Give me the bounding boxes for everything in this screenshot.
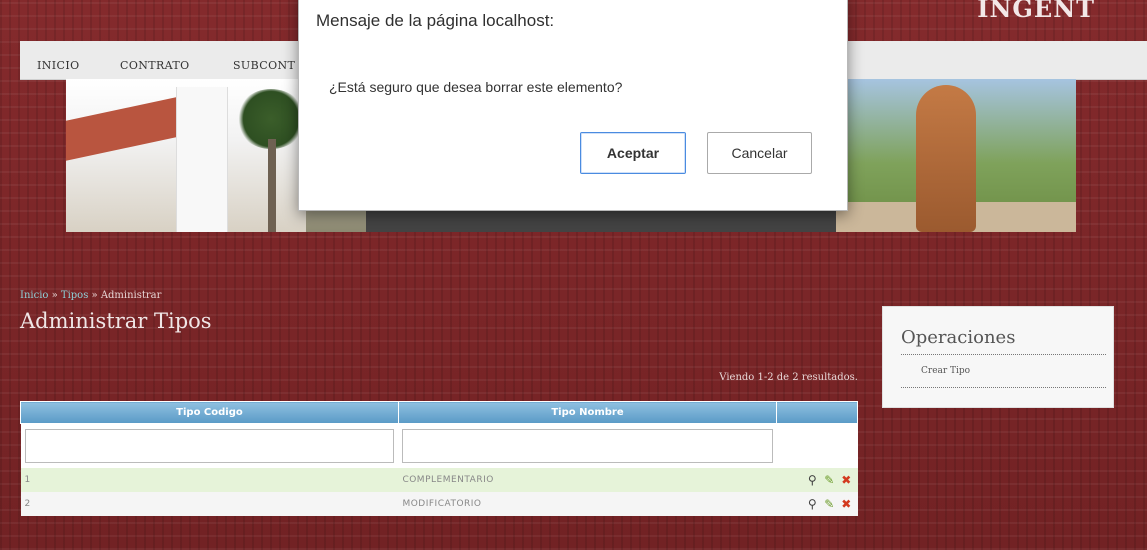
divider [901,354,1106,355]
results-summary: Viendo 1-2 de 2 resultados. [719,372,858,383]
tipos-grid: Tipo Codigo Tipo Nombre 1 COMPLEMENTARIO… [20,401,858,516]
column-header-tipo-nombre[interactable]: Tipo Nombre [397,401,778,424]
filter-row [20,423,858,468]
menu-item-inicio[interactable]: INICIO [37,59,80,72]
divider [901,387,1106,388]
close-icon[interactable]: × [824,0,835,6]
confirm-dialog: Mensaje de la página localhost: × ¿Está … [298,0,848,211]
operations-title: Operaciones [901,327,1016,348]
operations-portlet: Operaciones Crear Tipo [882,306,1114,408]
site-brand: INGENT [977,0,1095,23]
filter-tipo-nombre-input[interactable] [402,429,773,463]
crear-tipo-link[interactable]: Crear Tipo [921,366,970,376]
cancelar-button[interactable]: Cancelar [707,132,812,174]
aceptar-button[interactable]: Aceptar [580,132,686,174]
breadcrumb-current: Administrar [100,290,162,301]
page-title: Administrar Tipos [20,309,212,333]
cell-tipo-nombre: COMPLEMENTARIO [398,468,777,492]
cell-tipo-nombre: MODIFICATORIO [398,492,777,516]
cell-tipo-codigo: 2 [20,492,399,516]
edit-icon[interactable]: ✎ [823,497,837,511]
column-header-tipo-codigo[interactable]: Tipo Codigo [20,401,399,424]
breadcrumb-separator: » [48,290,61,301]
row-actions: ⚲ ✎ ✖ [776,468,858,492]
view-icon[interactable]: ⚲ [806,497,820,511]
edit-icon[interactable]: ✎ [823,473,837,487]
menu-item-contrato[interactable]: CONTRATO [120,59,190,72]
filter-tipo-codigo-input[interactable] [24,429,395,463]
delete-icon[interactable]: ✖ [840,473,854,487]
table-row: 2 MODIFICATORIO ⚲ ✎ ✖ [20,492,858,516]
row-actions: ⚲ ✎ ✖ [776,492,858,516]
menu-item-subcontrato[interactable]: SUBCONT [233,59,295,72]
breadcrumb: Inicio » Tipos » Administrar [20,290,161,301]
dialog-title: Mensaje de la página localhost: [316,11,555,30]
view-icon[interactable]: ⚲ [806,473,820,487]
breadcrumb-separator: » [88,290,101,301]
breadcrumb-home-link[interactable]: Inicio [20,290,48,301]
table-row: 1 COMPLEMENTARIO ⚲ ✎ ✖ [20,468,858,492]
delete-icon[interactable]: ✖ [840,497,854,511]
cell-tipo-codigo: 1 [20,468,399,492]
breadcrumb-tipos-link[interactable]: Tipos [61,290,88,301]
column-header-actions [776,401,858,424]
dialog-message: ¿Está seguro que desea borrar este eleme… [329,79,623,95]
